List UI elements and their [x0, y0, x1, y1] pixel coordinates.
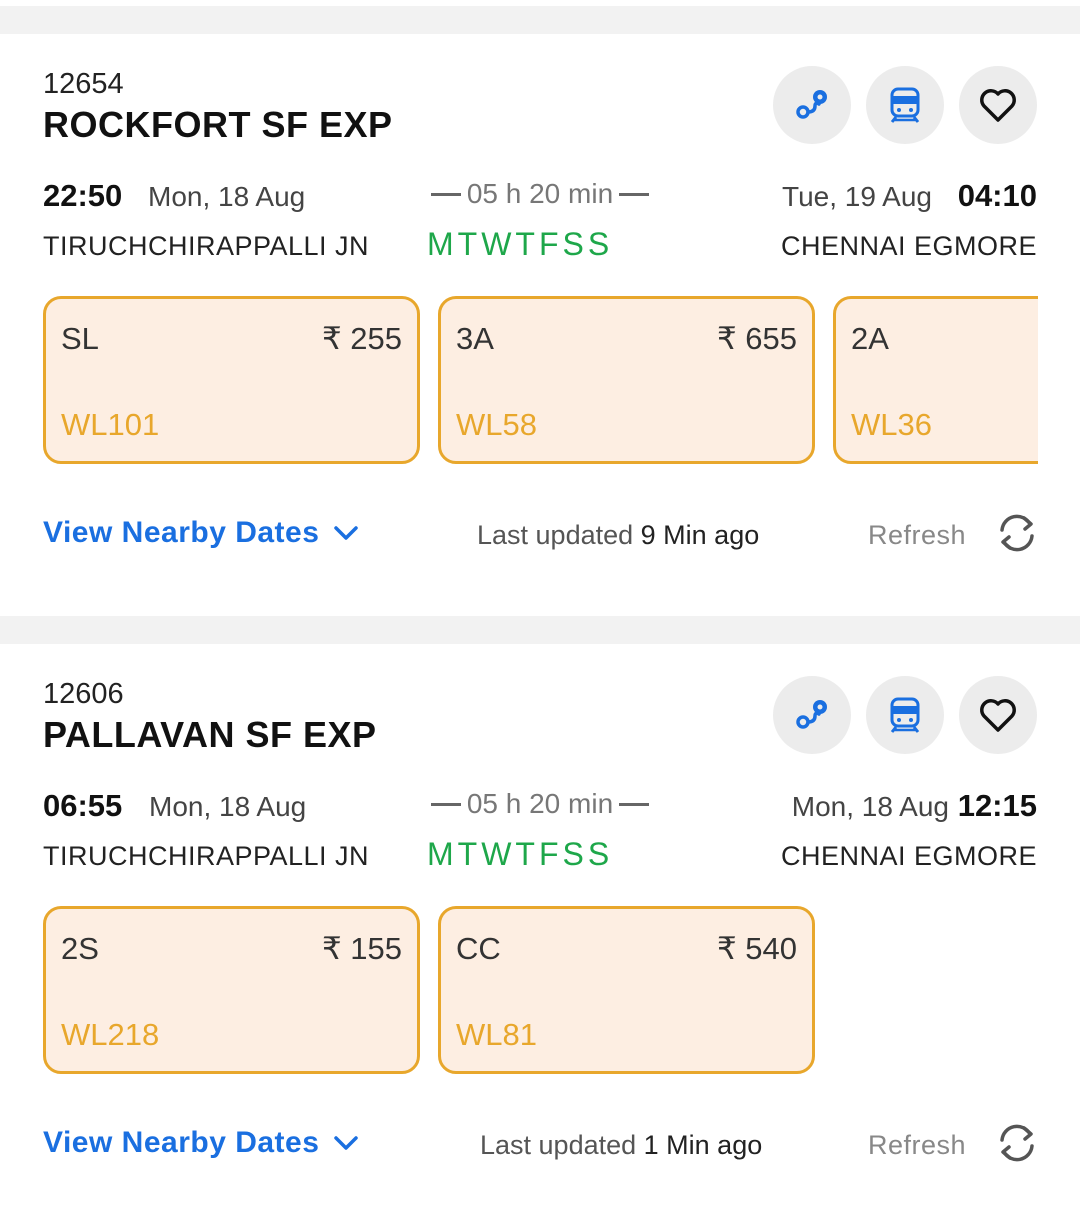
duration-text: 05 h 20 min — [466, 178, 614, 209]
arrival-date: Mon, 18 Aug — [791, 791, 949, 822]
class-availability-row[interactable]: SL ₹ 255 WL101 3A ₹ 655 WL58 2A WL36 — [43, 296, 1038, 464]
class-availability-row[interactable]: 2S ₹ 155 WL218 CC ₹ 540 WL81 — [43, 906, 1038, 1074]
view-nearby-dates-button[interactable]: View Nearby Dates — [43, 516, 359, 550]
class-code: CC — [456, 931, 501, 966]
class-fare: ₹ 540 — [716, 931, 797, 966]
last-updated: Last updated 1 Min ago — [480, 1130, 762, 1161]
route-map-icon — [796, 700, 827, 729]
duration-dash — [619, 192, 650, 196]
coach-position-button[interactable] — [866, 66, 944, 144]
refresh-icon[interactable] — [994, 1120, 1040, 1166]
run-days: MTWTFSS — [427, 836, 614, 872]
departure-date: Mon, 18 Aug — [149, 791, 307, 822]
duration-dash — [430, 802, 461, 806]
class-card-2s[interactable]: 2S ₹ 155 WL218 — [43, 906, 420, 1074]
card-separator — [0, 616, 1080, 644]
route-button[interactable] — [773, 66, 851, 144]
class-code: 3A — [456, 321, 494, 356]
departure-time: 22:50 — [43, 178, 123, 213]
train-card[interactable]: 12654 ROCKFORT SF EXP 22:50 Mon, 18 Aug … — [0, 36, 1080, 616]
class-code: 2S — [61, 931, 99, 966]
heart-icon — [980, 89, 1016, 122]
class-card-cc[interactable]: CC ₹ 540 WL81 — [438, 906, 815, 1074]
class-fare: ₹ 255 — [321, 321, 402, 356]
last-updated-prefix: Last updated — [477, 520, 634, 550]
view-nearby-dates-button[interactable]: View Nearby Dates — [43, 1126, 359, 1160]
route-button[interactable] — [773, 676, 851, 754]
last-updated-prefix: Last updated — [480, 1130, 637, 1160]
train-coach-icon — [890, 697, 920, 733]
chevron-down-icon — [334, 1136, 359, 1150]
class-code: 2A — [851, 321, 889, 356]
departure-station: TIRUCHCHIRAPPALLI JN — [43, 841, 370, 871]
class-availability: WL36 — [851, 407, 932, 442]
run-days: MTWTFSS — [427, 226, 614, 262]
coach-position-button[interactable] — [866, 676, 944, 754]
arrival-station: CHENNAI EGMORE — [780, 231, 1037, 261]
last-updated: Last updated 9 Min ago — [477, 520, 759, 551]
departure-time: 06:55 — [43, 788, 123, 823]
departure-date: Mon, 18 Aug — [148, 181, 306, 212]
class-card-2a[interactable]: 2A WL36 — [833, 296, 1038, 464]
train-number: 12654 — [43, 68, 124, 100]
refresh-label[interactable]: Refresh — [868, 520, 966, 551]
view-nearby-dates-label: View Nearby Dates — [43, 516, 320, 549]
class-card-sl[interactable]: SL ₹ 255 WL101 — [43, 296, 420, 464]
route-map-icon — [796, 90, 827, 119]
last-updated-value: 9 Min ago — [640, 520, 760, 550]
arrival-time: 04:10 — [957, 178, 1037, 213]
favorite-button[interactable] — [959, 66, 1037, 144]
class-fare: ₹ 655 — [716, 321, 797, 356]
journey-duration: 05 h 20 min — [412, 788, 668, 820]
favorite-button[interactable] — [959, 676, 1037, 754]
journey-duration: 05 h 20 min — [412, 178, 668, 210]
class-fare: ₹ 155 — [321, 931, 402, 966]
train-name: PALLAVAN SF EXP — [43, 714, 377, 755]
train-number: 12606 — [43, 678, 124, 710]
class-availability: WL81 — [456, 1017, 537, 1052]
arrival-time: 12:15 — [957, 788, 1037, 823]
arrival-date: Tue, 19 Aug — [782, 181, 932, 212]
train-name: ROCKFORT SF EXP — [43, 104, 393, 145]
departure-station: TIRUCHCHIRAPPALLI JN — [43, 231, 370, 261]
duration-dash — [619, 802, 650, 806]
refresh-icon[interactable] — [994, 510, 1040, 556]
heart-icon — [980, 699, 1016, 732]
top-separator — [0, 6, 1080, 34]
class-availability: WL218 — [61, 1017, 160, 1052]
view-nearby-dates-label: View Nearby Dates — [43, 1126, 320, 1159]
class-availability: WL101 — [61, 407, 160, 442]
arrival-station: CHENNAI EGMORE — [780, 841, 1037, 871]
duration-text: 05 h 20 min — [466, 788, 614, 819]
last-updated-value: 1 Min ago — [643, 1130, 763, 1160]
class-card-3a[interactable]: 3A ₹ 655 WL58 — [438, 296, 815, 464]
class-availability: WL58 — [456, 407, 537, 442]
duration-dash — [430, 192, 461, 196]
train-coach-icon — [890, 87, 920, 123]
class-code: SL — [61, 321, 99, 356]
refresh-label[interactable]: Refresh — [868, 1130, 966, 1161]
train-card[interactable]: 12606 PALLAVAN SF EXP 06:55 Mon, 18 Aug … — [0, 646, 1080, 1226]
chevron-down-icon — [334, 526, 359, 540]
